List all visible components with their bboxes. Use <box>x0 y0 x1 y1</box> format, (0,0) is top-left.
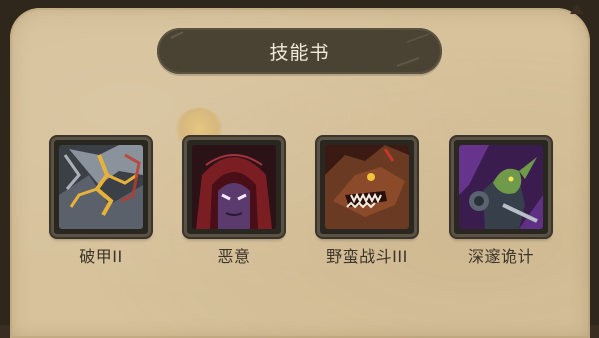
skill-label: 野蛮战斗III <box>326 247 408 266</box>
skill-label: 深邃诡计 <box>467 247 534 266</box>
screen-background: 技能书 破甲II 恶意 野蛮战斗III 深邃诡计 <box>0 0 599 338</box>
werewolf-icon <box>325 145 409 229</box>
panel-title: 技能书 <box>269 41 330 64</box>
skill-icon-frame <box>184 137 284 237</box>
hooded-figure-icon <box>192 145 276 229</box>
goblin-rogue-icon <box>459 145 543 229</box>
skill-label: 破甲II <box>79 247 123 266</box>
skill-icon-frame <box>451 137 551 237</box>
corner-ornament-icon <box>570 4 584 14</box>
skill-icon-frame <box>317 137 417 237</box>
armor-break-icon <box>59 145 143 229</box>
title-banner: 技能书 <box>157 28 442 74</box>
skill-icon-frame <box>51 137 151 237</box>
skill-label: 恶意 <box>217 247 251 266</box>
